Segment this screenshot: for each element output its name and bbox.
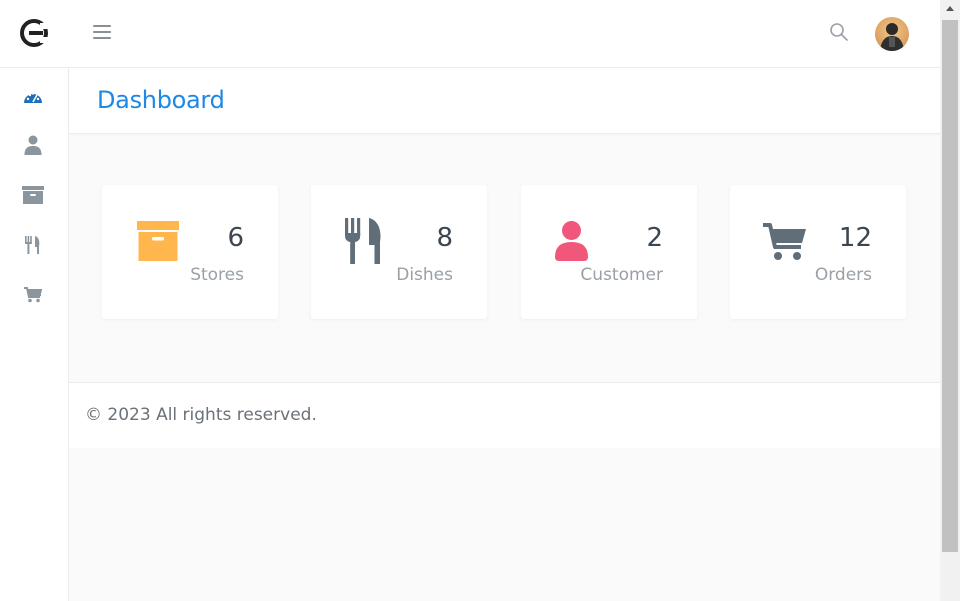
copyright-text: © 2023 All rights reserved. bbox=[85, 405, 317, 425]
customer-count: 2 bbox=[646, 223, 663, 253]
stat-card-orders[interactable]: 12 Orders bbox=[730, 185, 906, 319]
stores-label: Stores bbox=[190, 265, 244, 285]
page-title: Dashboard bbox=[97, 86, 225, 114]
archive-box-icon bbox=[22, 186, 44, 204]
cart-icon bbox=[24, 287, 42, 303]
vertical-scrollbar[interactable] bbox=[940, 0, 960, 601]
stat-card-stores[interactable]: 6 Stores bbox=[102, 185, 278, 319]
dishes-count: 8 bbox=[436, 223, 453, 253]
top-navbar bbox=[0, 0, 940, 68]
dishes-label: Dishes bbox=[396, 265, 453, 285]
sidebar-item-orders[interactable] bbox=[22, 284, 44, 306]
stores-count: 6 bbox=[227, 223, 244, 253]
sidebar-item-dishes[interactable] bbox=[22, 234, 44, 256]
scroll-up-arrow-icon[interactable] bbox=[946, 6, 954, 11]
dashboard-gauge-icon bbox=[24, 92, 42, 103]
user-avatar[interactable] bbox=[875, 17, 909, 51]
sidebar-item-dashboard[interactable] bbox=[22, 86, 44, 108]
scrollbar-thumb[interactable] bbox=[942, 20, 958, 552]
sidebar bbox=[0, 68, 69, 601]
search-icon[interactable] bbox=[829, 22, 849, 42]
utensils-icon bbox=[25, 236, 40, 254]
stat-card-customer[interactable]: 2 Customer bbox=[521, 185, 697, 319]
stat-card-dishes[interactable]: 8 Dishes bbox=[311, 185, 487, 319]
page-header: Dashboard bbox=[69, 68, 940, 134]
brand-logo-icon[interactable] bbox=[20, 19, 48, 47]
utensils-icon bbox=[345, 218, 381, 264]
orders-count: 12 bbox=[838, 223, 872, 253]
user-icon bbox=[24, 135, 42, 155]
customer-label: Customer bbox=[580, 265, 663, 285]
sidebar-item-stores[interactable] bbox=[22, 184, 44, 206]
footer: © 2023 All rights reserved. bbox=[69, 382, 940, 448]
orders-label: Orders bbox=[814, 265, 872, 285]
sidebar-item-users[interactable] bbox=[22, 134, 44, 156]
user-icon bbox=[555, 221, 588, 261]
hamburger-menu-icon[interactable] bbox=[93, 25, 111, 39]
cart-icon bbox=[763, 223, 806, 260]
archive-box-icon bbox=[137, 221, 179, 261]
